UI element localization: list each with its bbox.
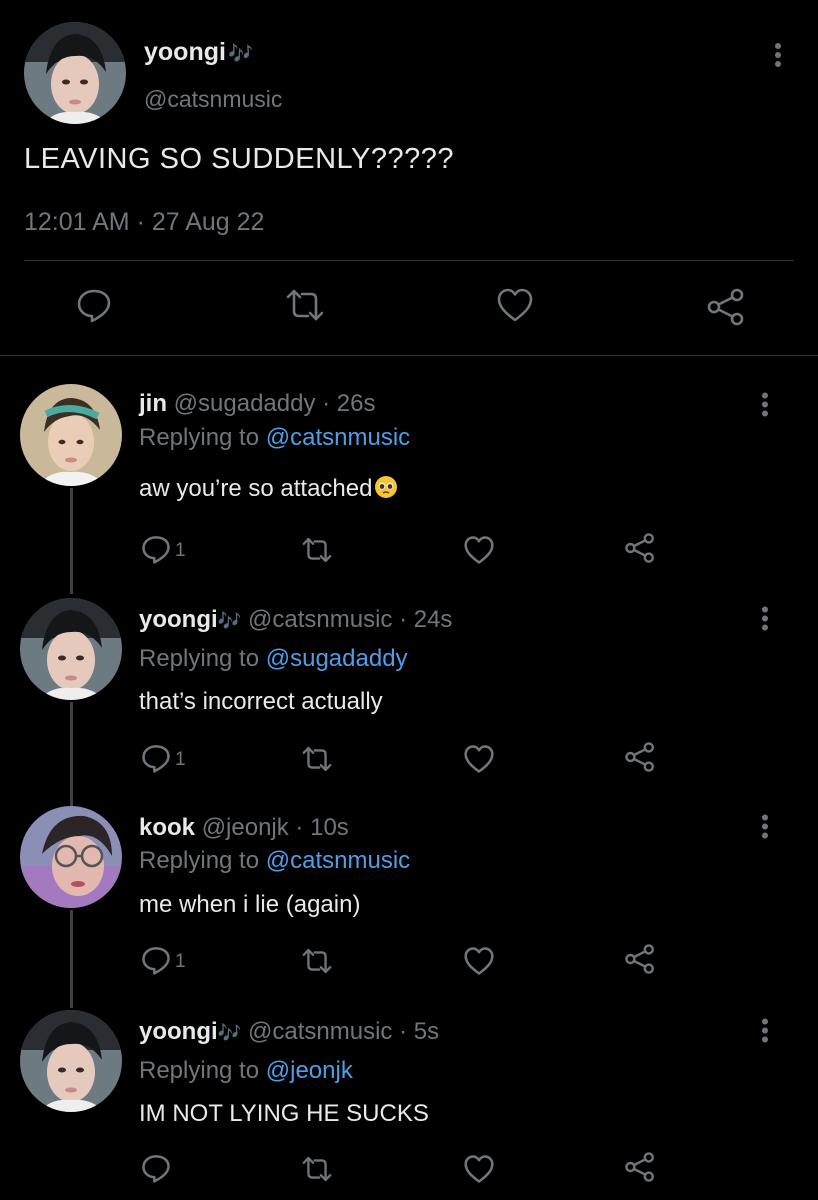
section-divider [0, 355, 818, 356]
share-icon[interactable] [706, 287, 746, 332]
display-name-text[interactable]: yoongi [144, 38, 226, 66]
like-icon[interactable] [463, 1154, 495, 1189]
replying-to-label: Replying to [139, 1057, 266, 1084]
replying-to-mention[interactable]: @sugadaddy [266, 645, 408, 672]
main-tweet: yoongi 🎶 @catsnmusic LEAVING SO SUDDENLY?… [0, 0, 818, 356]
reply-time[interactable]: · 26s [315, 390, 375, 417]
share-icon[interactable] [624, 943, 656, 980]
retweet-icon[interactable] [300, 745, 334, 778]
reply-text: that’s incorrect actually [139, 688, 383, 715]
replying-to: Replying to @catsnmusic [139, 847, 410, 875]
reply-time[interactable]: · 24s [392, 606, 452, 633]
avatar[interactable] [20, 598, 122, 700]
reply-tweet[interactable]: yoongi🎶 @catsnmusic · 24s Replying to @s… [0, 598, 818, 808]
reply-header: kook @jeonjk · 10s [139, 814, 349, 842]
divider [24, 260, 794, 261]
reply-icon[interactable] [141, 1153, 171, 1188]
user-handle[interactable]: @catsnmusic [248, 1018, 392, 1045]
reply-icon[interactable] [141, 743, 171, 778]
share-icon[interactable] [624, 1151, 656, 1188]
reply-header: yoongi🎶 @catsnmusic · 24s [139, 606, 452, 634]
retweet-icon[interactable] [300, 536, 334, 569]
like-icon[interactable] [463, 535, 495, 570]
replying-to-label: Replying to [139, 424, 266, 451]
reply-icon[interactable] [76, 287, 112, 328]
retweet-icon[interactable] [300, 1155, 334, 1188]
reply-icon[interactable] [141, 945, 171, 980]
display-name[interactable]: yoongi [139, 1018, 218, 1045]
user-handle[interactable]: @catsnmusic [248, 606, 392, 633]
more-options-icon[interactable] [760, 1018, 770, 1049]
avatar[interactable] [20, 806, 122, 908]
music-emoji: 🎶 [217, 611, 242, 632]
reply-text: me when i lie (again) [139, 891, 361, 918]
replying-to: Replying to @jeonjk [139, 1057, 353, 1085]
display-name[interactable]: yoongi 🎶 [144, 38, 253, 67]
reply-count: 1 [175, 540, 186, 561]
more-options-icon[interactable] [760, 392, 770, 423]
like-icon[interactable] [496, 287, 534, 328]
retweet-icon[interactable] [300, 947, 334, 980]
replying-to-label: Replying to [139, 847, 266, 874]
share-icon[interactable] [624, 741, 656, 778]
user-handle[interactable]: @sugadaddy [174, 390, 316, 417]
tweet-text: LEAVING SO SUDDENLY????? [24, 143, 454, 175]
reply-header: jin @sugadaddy · 26s [139, 390, 376, 418]
reply-time[interactable]: · 10s [289, 814, 348, 841]
like-icon[interactable] [463, 946, 495, 981]
replying-to-mention[interactable]: @catsnmusic [266, 847, 410, 874]
reply-text: aw you’re so attached [139, 475, 398, 503]
reply-tweet[interactable]: yoongi🎶 @catsnmusic · 5s Replying to @je… [0, 1010, 818, 1200]
reply-time[interactable]: · 5s [392, 1018, 439, 1045]
replying-to: Replying to @sugadaddy [139, 645, 408, 673]
music-emoji: 🎶 [227, 43, 253, 65]
avatar[interactable] [20, 384, 122, 486]
user-handle[interactable]: @catsnmusic [144, 86, 282, 113]
more-options-icon[interactable] [773, 42, 783, 75]
replying-to-label: Replying to [139, 645, 266, 672]
avatar[interactable] [20, 1010, 122, 1112]
tweet-timestamp[interactable]: 12:01 AM · 27 Aug 22 [24, 208, 264, 237]
reply-text-content: aw you’re so attached [139, 475, 373, 502]
more-options-icon[interactable] [760, 606, 770, 637]
reply-text: IM NOT LYING HE SUCKS [139, 1100, 429, 1127]
pleading-face-emoji [375, 476, 398, 498]
reply-icon[interactable] [141, 534, 171, 569]
reply-tweet[interactable]: kook @jeonjk · 10s Replying to @catsnmus… [0, 806, 818, 1016]
display-name[interactable]: kook [139, 814, 195, 841]
music-emoji: 🎶 [217, 1023, 242, 1044]
reply-header: yoongi🎶 @catsnmusic · 5s [139, 1018, 439, 1046]
reply-count: 1 [175, 951, 186, 972]
avatar[interactable] [24, 22, 126, 124]
display-name[interactable]: jin [139, 390, 167, 417]
replying-to: Replying to @catsnmusic [139, 424, 410, 452]
replying-to-mention[interactable]: @jeonjk [266, 1057, 353, 1084]
share-icon[interactable] [624, 532, 656, 569]
reply-tweet[interactable]: jin @sugadaddy · 26s Replying to @catsnm… [0, 384, 818, 594]
like-icon[interactable] [463, 744, 495, 779]
display-name[interactable]: yoongi [139, 606, 218, 633]
user-handle[interactable]: @jeonjk [202, 814, 289, 841]
reply-count: 1 [175, 749, 186, 770]
replying-to-mention[interactable]: @catsnmusic [266, 424, 410, 451]
retweet-icon[interactable] [284, 287, 326, 328]
more-options-icon[interactable] [760, 814, 770, 845]
